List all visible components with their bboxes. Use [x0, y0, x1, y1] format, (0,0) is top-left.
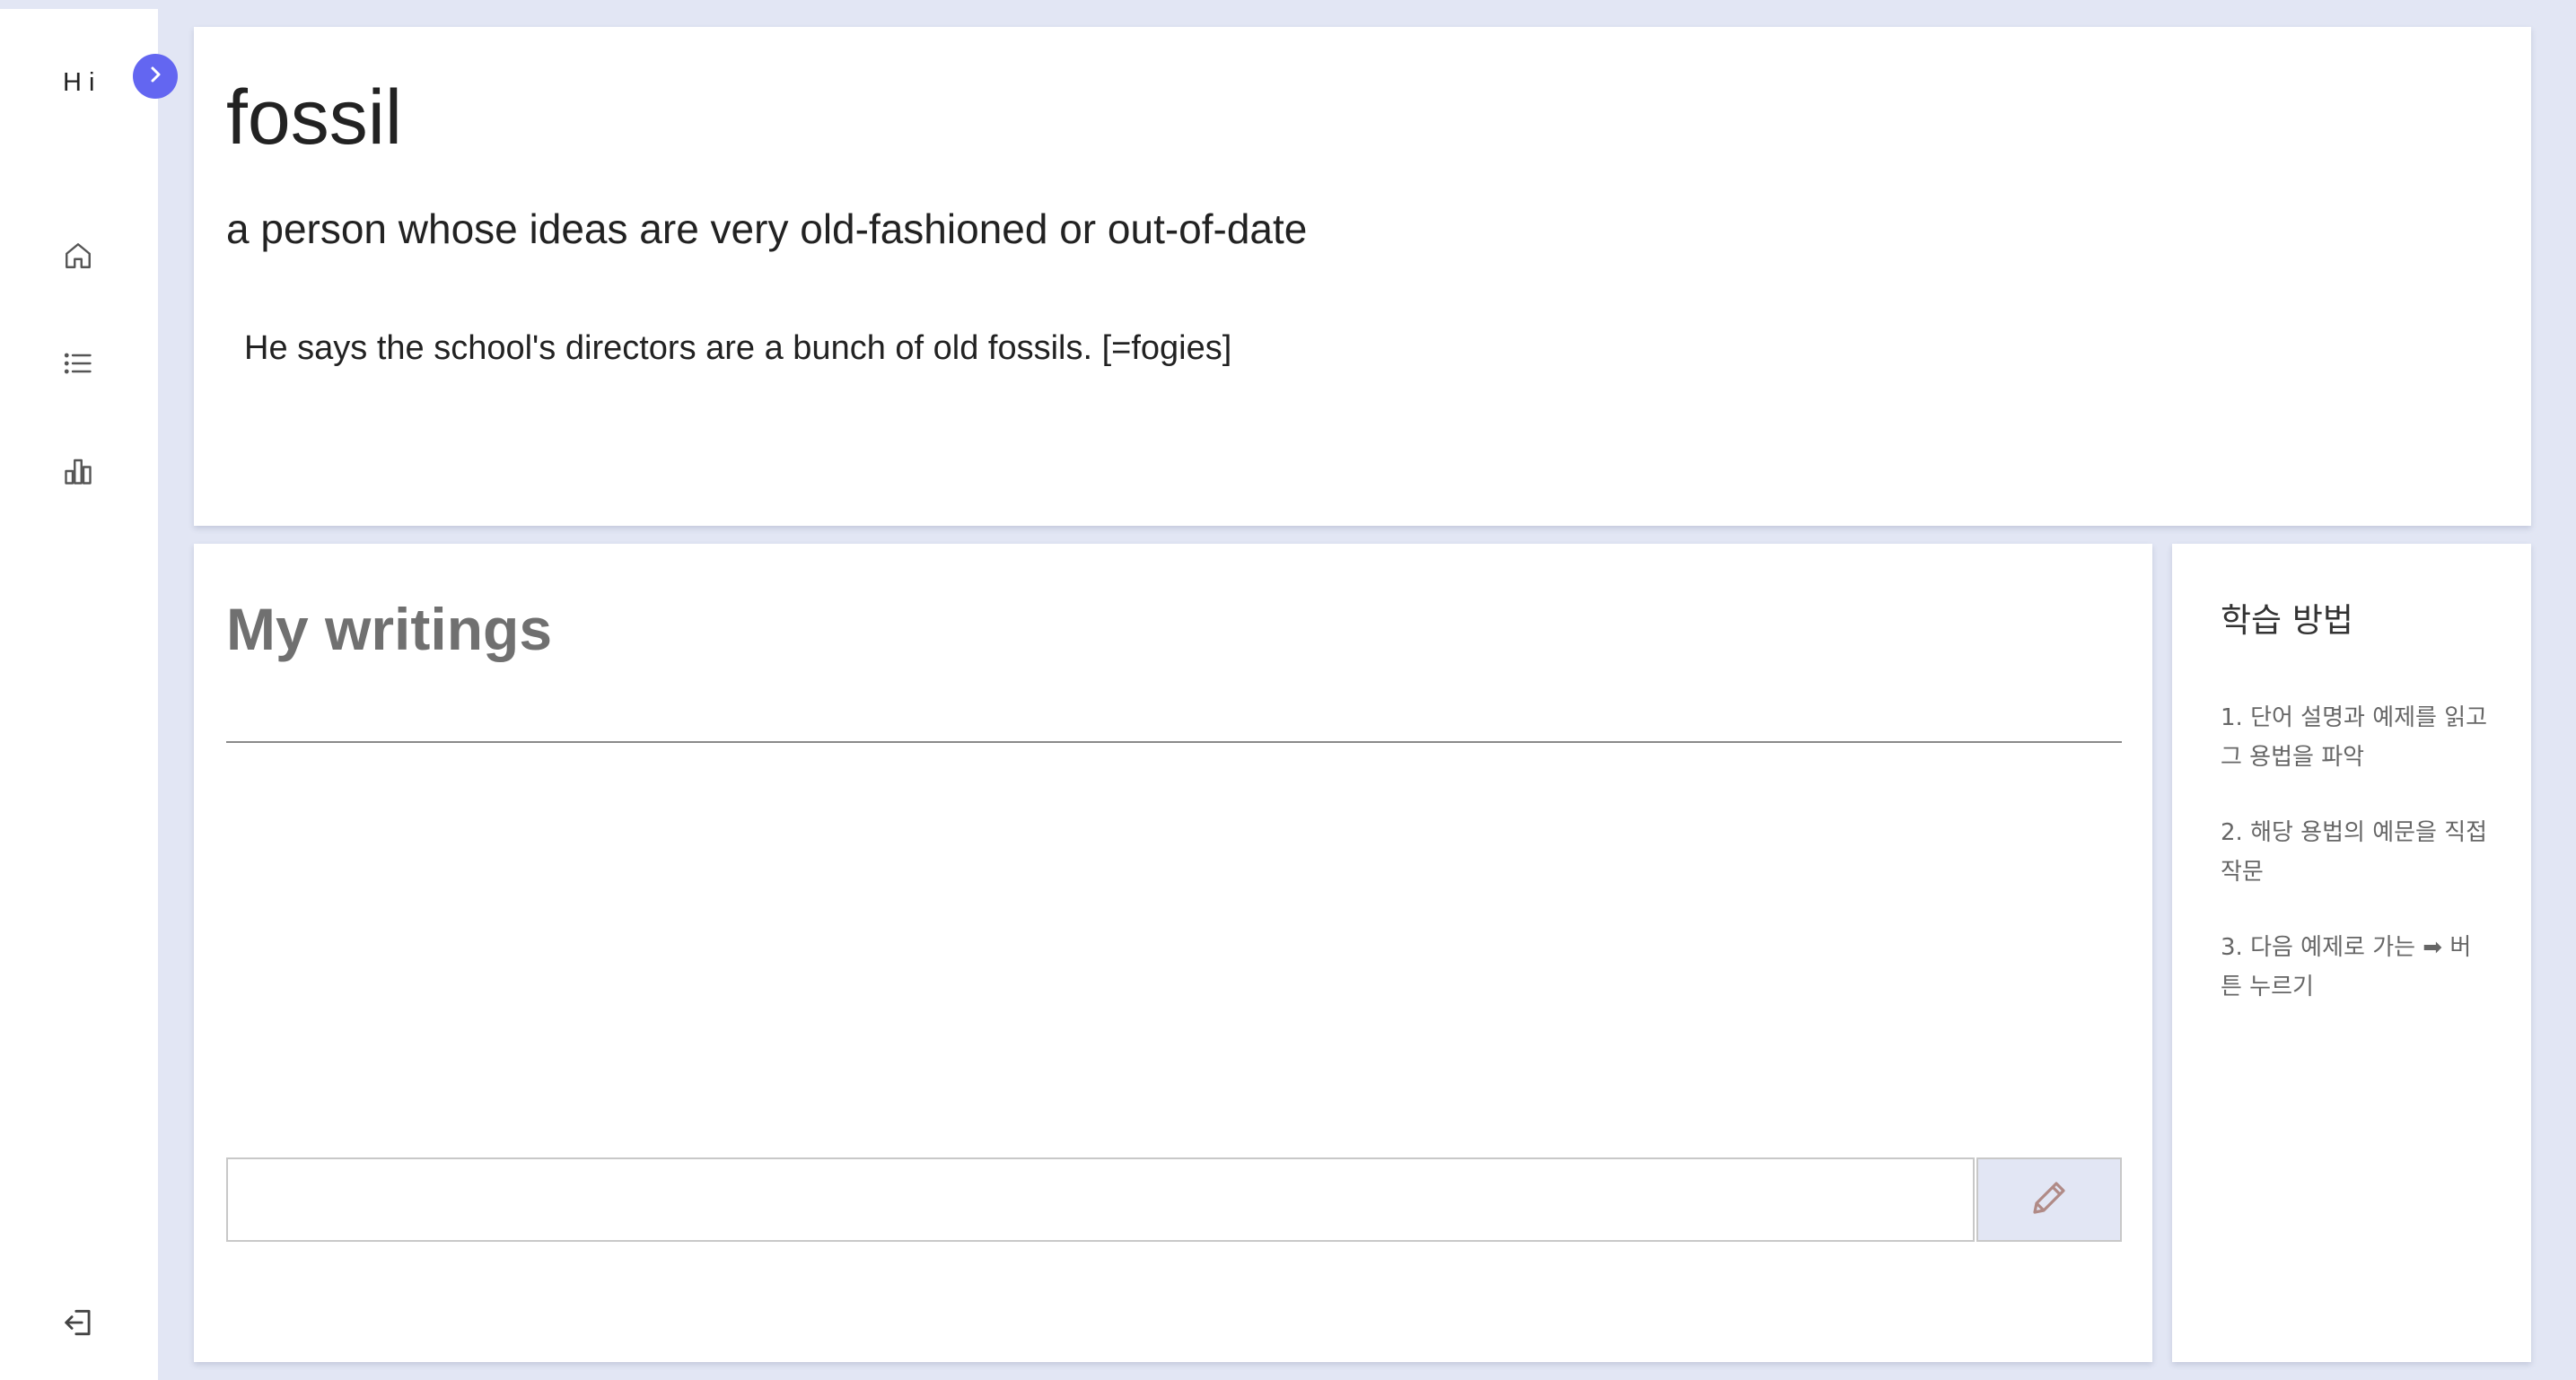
guide-step: 3. 다음 예제로 가는 ➡ 버튼 누르기 [2221, 934, 2472, 1000]
sidebar-expand-button[interactable] [133, 54, 178, 99]
guide-step: 2. 해당 용법의 예문을 직접 작문 [2221, 819, 2488, 886]
divider [226, 741, 2122, 743]
pencil-icon [2028, 1176, 2071, 1224]
bar-chart-icon[interactable] [61, 454, 95, 488]
word-term: fossil [226, 74, 402, 161]
word-card: fossil a person whose ideas are very old… [194, 27, 2531, 526]
home-icon[interactable] [61, 239, 95, 273]
writing-input[interactable] [226, 1157, 1975, 1242]
guide-title: 학습 방법 [2221, 601, 2353, 640]
sidebar: Hi [0, 9, 158, 1380]
chevron-right-icon [145, 64, 166, 90]
top-bar [0, 0, 2576, 9]
logout-icon[interactable] [61, 1305, 97, 1341]
guide-step: 1. 단어 설명과 예제를 읽고 그 용법을 파악 [2221, 704, 2488, 771]
writings-title: My writings [226, 596, 553, 662]
list-icon[interactable] [61, 346, 95, 380]
study-guide-card: 학습 방법 1. 단어 설명과 예제를 읽고 그 용법을 파악 2. 해당 용법… [2172, 544, 2531, 1362]
word-example: He says the school's directors are a bun… [244, 329, 1232, 367]
writings-card: My writings [194, 544, 2152, 1362]
greeting-text: Hi [63, 68, 102, 97]
submit-writing-button[interactable] [1976, 1157, 2122, 1242]
word-definition: a person whose ideas are very old-fashio… [226, 205, 1308, 252]
